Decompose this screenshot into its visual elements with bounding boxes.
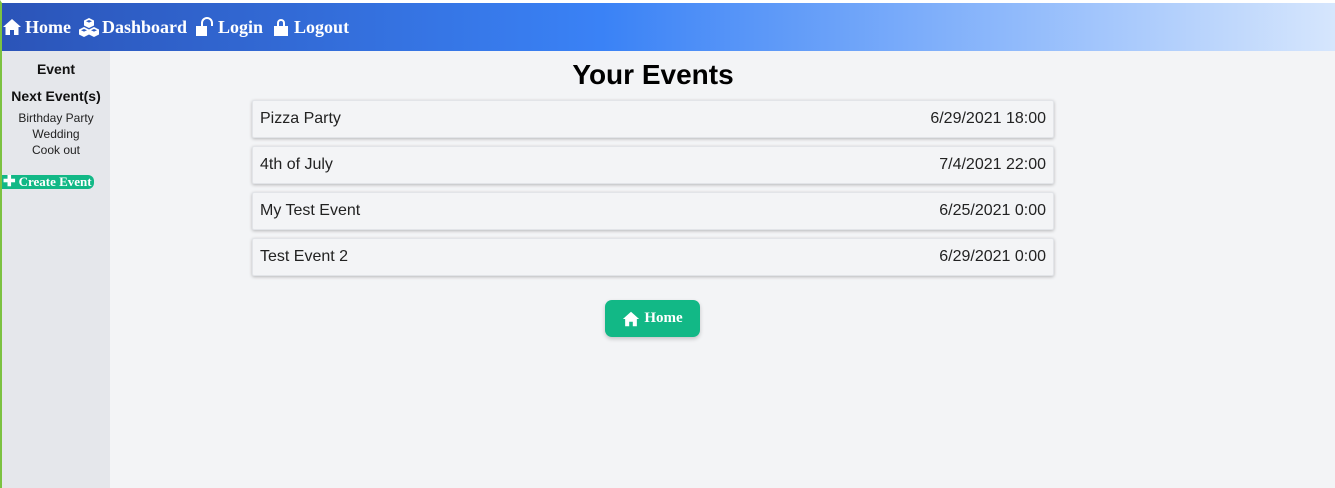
event-date: 6/29/2021 18:00 [930,110,1046,127]
nav-home-label: Home [25,16,71,37]
event-name: Pizza Party [260,110,341,127]
nav-home-link[interactable]: Home [2,17,71,38]
event-date: 6/29/2021 0:00 [939,248,1046,265]
home-button[interactable]: Home [605,300,700,337]
event-row[interactable]: My Test Event 6/25/2021 0:00 [252,192,1054,230]
nav-login-label: Login [218,16,264,37]
event-name: My Test Event [260,202,361,219]
create-event-label: Create Event [18,175,92,189]
nav-dashboard-label: Dashboard [101,16,188,37]
home-button-label: Home [644,310,683,326]
sidebar: Event Next Event(s) Birthday Party Weddi… [2,51,110,488]
page-title: Your Events [572,59,734,90]
lock-icon [271,17,291,37]
nav-login-link[interactable]: Login [195,17,263,38]
top-navbar: Home Dashboard Login Logout [2,3,1335,51]
event-list: Pizza Party 6/29/2021 18:00 4th of July … [252,100,1054,284]
cubes-icon [78,17,99,37]
event-row[interactable]: Test Event 2 6/29/2021 0:00 [252,238,1054,276]
event-row[interactable]: 4th of July 7/4/2021 22:00 [252,146,1054,184]
event-name: Test Event 2 [260,248,349,265]
home-icon [2,17,22,37]
nav-dashboard-link[interactable]: Dashboard [78,16,188,38]
next-event-item[interactable]: Wedding [2,126,110,142]
unlock-icon [195,17,215,37]
event-date: 6/25/2021 0:00 [939,202,1046,219]
next-events-heading: Next Event(s) [11,88,101,104]
sidebar-title: Event [36,61,76,77]
home-icon [623,311,640,326]
nav-logout-link[interactable]: Logout [271,17,349,38]
next-event-item[interactable]: Birthday Party [2,110,110,126]
plus-icon: ✚ [3,175,16,189]
nav-logout-label: Logout [294,16,350,37]
next-event-item[interactable]: Cook out [2,142,110,158]
event-date: 7/4/2021 22:00 [939,156,1046,173]
event-row[interactable]: Pizza Party 6/29/2021 18:00 [252,100,1054,138]
next-events-list: Birthday Party Wedding Cook out [2,110,110,158]
event-name: 4th of July [260,156,333,173]
create-event-button[interactable]: ✚ Create Event [2,175,94,189]
